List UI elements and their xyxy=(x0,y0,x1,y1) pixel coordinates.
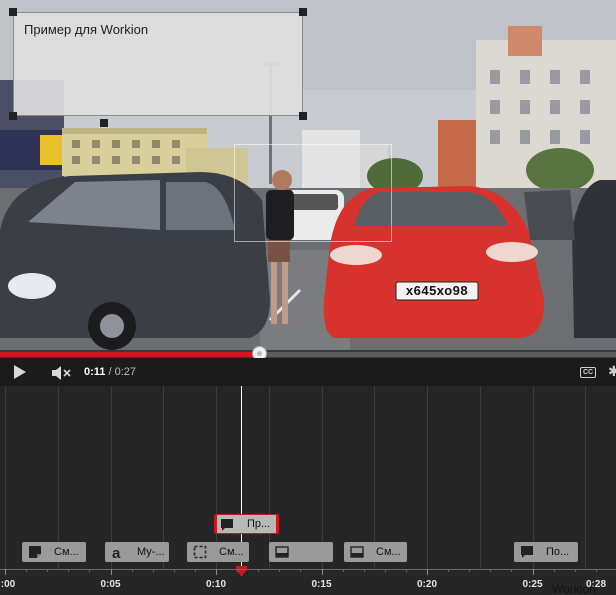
ruler-tick xyxy=(405,569,407,572)
video-frame[interactable]: х645хо98 Пример для Workion xyxy=(0,0,616,350)
ruler-label: 0:05 xyxy=(100,579,121,590)
ruler-tick xyxy=(300,569,302,572)
annotation-label: По... xyxy=(546,546,570,558)
ruler-label: 0:10 xyxy=(205,579,227,590)
ruler-tick xyxy=(110,569,112,575)
spotlight-annotation-area[interactable] xyxy=(234,144,392,242)
speech-bubble-icon xyxy=(221,519,233,531)
title-icon: a xyxy=(112,545,121,559)
resize-handle-top-left[interactable] xyxy=(9,8,17,16)
resize-handle-bottom-left[interactable] xyxy=(9,112,17,120)
ruler-tick xyxy=(321,569,323,575)
label-icon xyxy=(350,546,364,558)
ruler-tick xyxy=(469,569,471,572)
current-time: 0:11 xyxy=(84,366,106,378)
player-controls: 0:11 / 0:27 CC ✱ xyxy=(0,358,616,386)
play-icon xyxy=(14,365,26,379)
timeline-annotation-note[interactable]: См... xyxy=(22,542,86,562)
note-icon xyxy=(29,546,41,558)
volume-muted-icon xyxy=(52,366,71,380)
ruler-tick xyxy=(279,569,281,572)
mute-button[interactable] xyxy=(50,365,74,381)
progress-played xyxy=(0,352,259,357)
watermark-text: Workion xyxy=(552,582,596,595)
ruler-label: :00 xyxy=(0,579,16,590)
ruler-baseline xyxy=(0,569,616,570)
timeline-annotation-selected[interactable]: Пр... xyxy=(214,514,279,534)
ruler-label: 0:20 xyxy=(416,579,438,590)
annotation-label: См... xyxy=(219,546,244,558)
ruler-tick xyxy=(47,569,49,572)
license-plate-text: х645хо98 xyxy=(405,283,469,298)
ruler-tick xyxy=(490,569,492,572)
resize-handle-top-right[interactable] xyxy=(299,8,307,16)
ruler-tick xyxy=(152,569,154,572)
ruler-tick xyxy=(595,569,597,572)
ruler-label: 0:15 xyxy=(311,579,332,590)
ruler-tick xyxy=(173,569,175,572)
annotation-label: См... xyxy=(54,546,79,558)
svg-text:a: a xyxy=(112,545,121,559)
ruler-tick xyxy=(237,569,239,572)
timeline-gridline xyxy=(479,386,481,569)
ruler-tick xyxy=(363,569,365,572)
annotation-label: Пр... xyxy=(247,518,271,530)
ruler-tick xyxy=(5,569,6,575)
ruler-label: 0:25 xyxy=(522,579,543,590)
ruler-tick xyxy=(194,569,196,572)
ruler-tick xyxy=(384,569,386,572)
ruler-tick xyxy=(258,569,260,572)
annotation-note-text[interactable]: Пример для Workion xyxy=(24,22,148,37)
ruler-tick xyxy=(574,569,576,572)
timeline-annotation-spotlight[interactable]: См... xyxy=(187,542,249,562)
spotlight-icon xyxy=(193,545,207,559)
time-display: 0:11 / 0:27 xyxy=(84,366,136,378)
speech-bubble-icon xyxy=(521,546,533,558)
timeline-gridline xyxy=(427,386,428,569)
ruler-tick xyxy=(553,569,555,572)
progress-bar[interactable] xyxy=(0,346,616,361)
timeline-ruler[interactable]: :00 0:05 0:10 0:15 0:20 0:25 0:28 xyxy=(0,569,616,595)
annotation-label: Му-... xyxy=(137,546,165,558)
ruler-tick xyxy=(342,569,344,572)
timeline-annotation-speech[interactable]: По... xyxy=(514,542,578,562)
ruler-tick xyxy=(131,569,133,572)
ruler-tick xyxy=(532,569,534,575)
ruler-tick xyxy=(68,569,70,572)
timeline-annotation-label[interactable] xyxy=(269,542,333,562)
note-tail-handle[interactable] xyxy=(100,119,108,127)
annotation-timeline[interactable] xyxy=(0,386,616,595)
ruler-tick xyxy=(427,569,428,575)
ruler-tick xyxy=(26,569,28,572)
annotation-note[interactable]: Пример для Workion xyxy=(13,12,303,116)
annotation-label: См... xyxy=(376,546,401,558)
captions-button[interactable]: CC xyxy=(580,367,596,378)
timeline-gridline xyxy=(5,386,6,569)
timeline-gridline xyxy=(585,386,587,569)
annotation-editor: х645хо98 Пример для Workion 0:11 / 0:27 … xyxy=(0,0,616,595)
timeline-annotation-title[interactable]: a Му-... xyxy=(105,542,169,562)
ruler-tick xyxy=(89,569,91,572)
play-button[interactable] xyxy=(12,364,28,380)
ruler-tick xyxy=(216,569,217,575)
duration-time: / 0:27 xyxy=(108,366,137,378)
ruler-tick xyxy=(448,569,450,572)
ruler-tick xyxy=(511,569,513,572)
label-icon xyxy=(275,546,289,558)
resize-handle-bottom-right[interactable] xyxy=(299,112,307,120)
timeline-annotation-label[interactable]: См... xyxy=(344,542,407,562)
settings-icon[interactable]: ✱ xyxy=(608,363,616,380)
